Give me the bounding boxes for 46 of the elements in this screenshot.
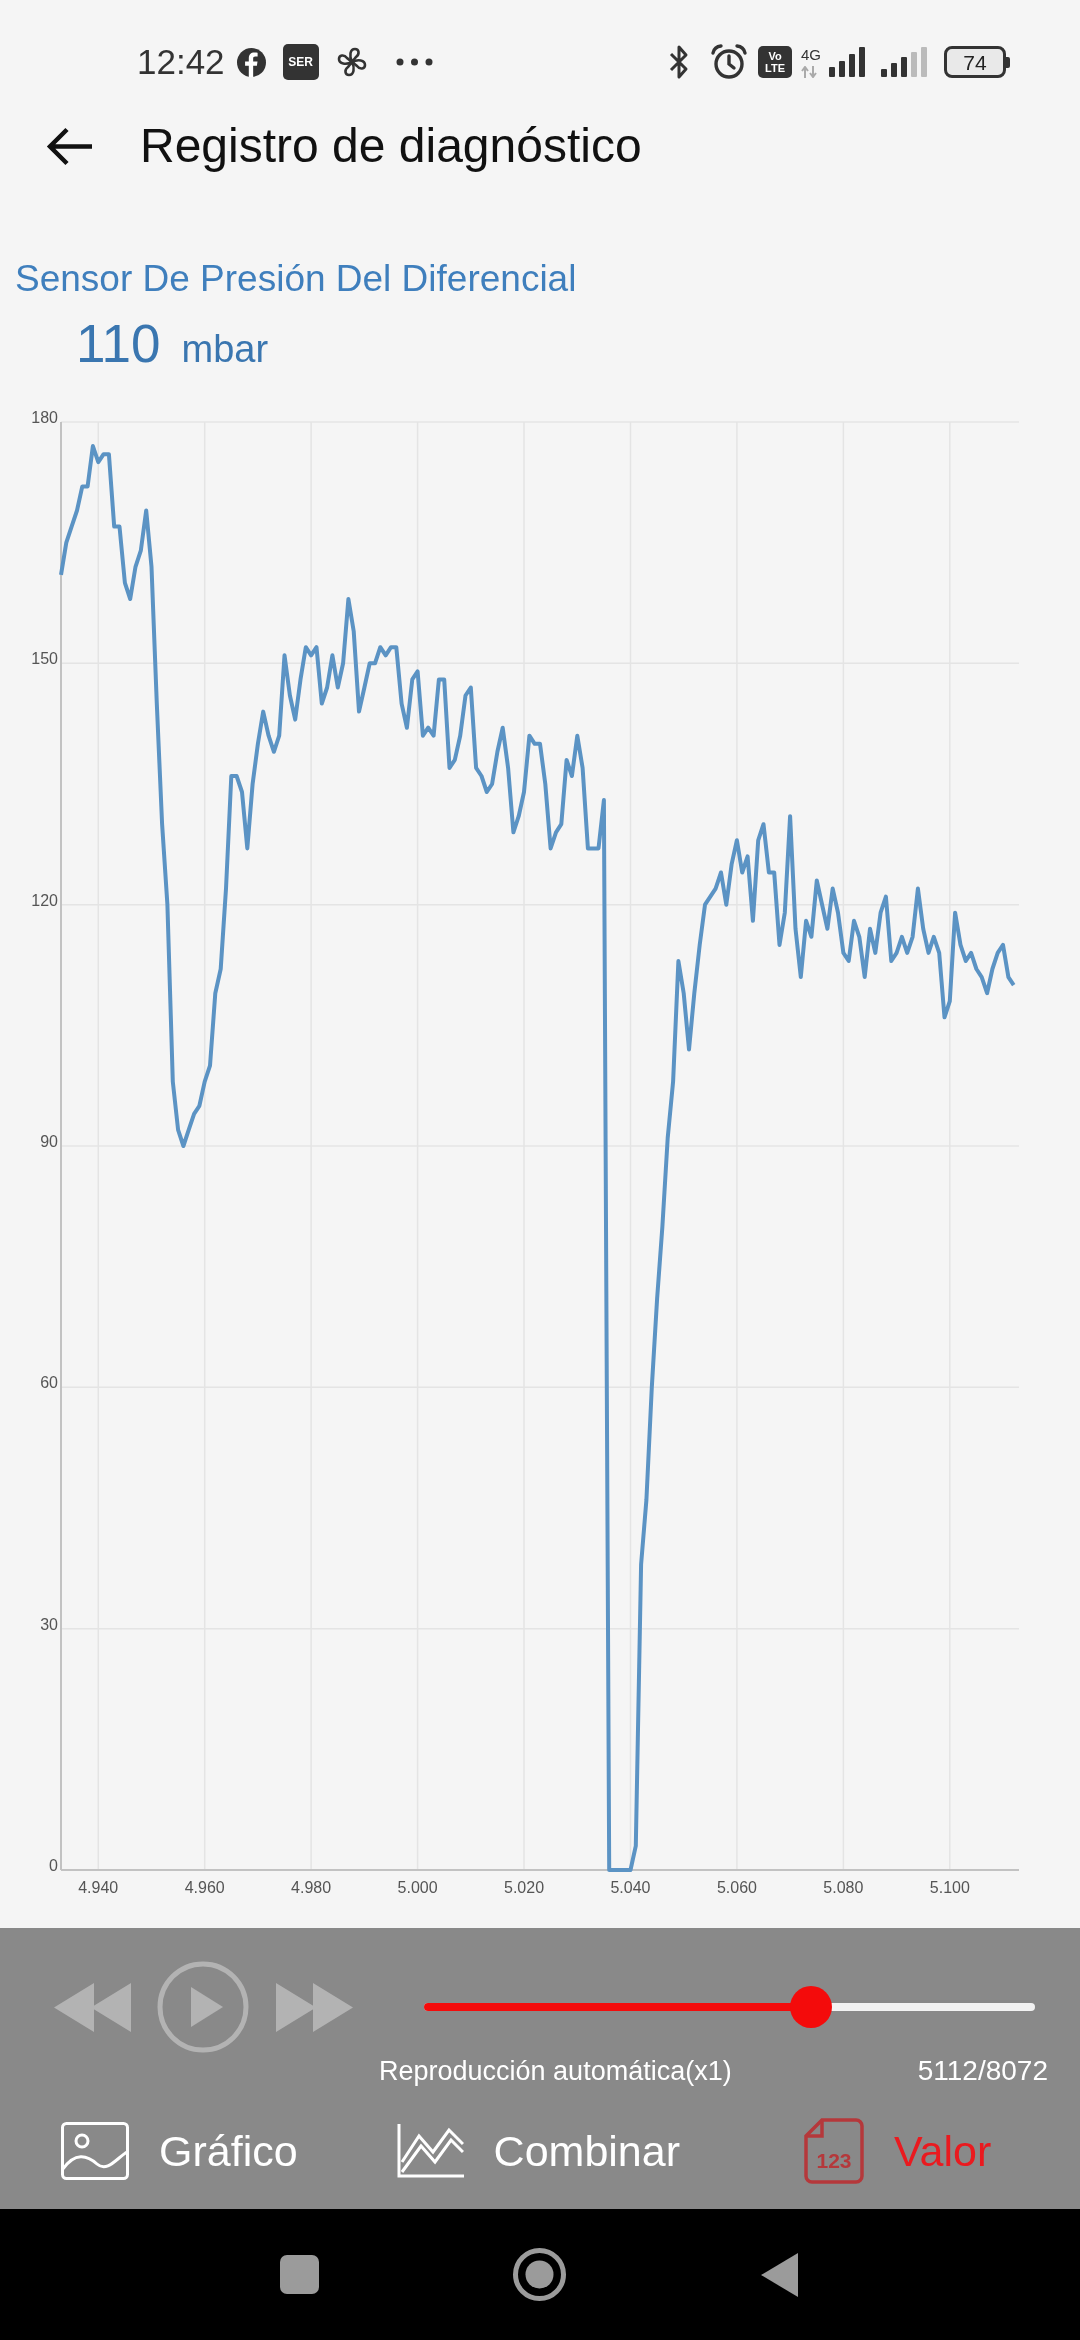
y-tick-label: 150 bbox=[31, 650, 58, 668]
y-tick-label: 30 bbox=[40, 1615, 58, 1633]
x-tick-label: 4.940 bbox=[78, 1879, 119, 1896]
x-tick-label: 4.960 bbox=[184, 1879, 225, 1896]
home-icon[interactable] bbox=[513, 2248, 566, 2301]
battery-percent: 74 bbox=[944, 46, 1006, 78]
network-type-label: 4G bbox=[801, 46, 821, 63]
x-tick-label: 5.000 bbox=[397, 1879, 438, 1896]
y-tick-label: 90 bbox=[40, 1133, 58, 1150]
playback-position: 5112/8072 bbox=[917, 2054, 1048, 2088]
bluetooth-icon bbox=[669, 44, 689, 80]
x-tick-label: 5.060 bbox=[716, 1879, 757, 1896]
volte-icon: Vo LTE bbox=[758, 46, 792, 78]
y-tick-label: 180 bbox=[31, 409, 58, 426]
recents-icon[interactable] bbox=[280, 2255, 319, 2294]
sensor-name: Sensor De Presión Del Diferencial bbox=[15, 259, 577, 299]
y-tick-label: 0 bbox=[49, 1857, 58, 1874]
app-notification-icon: SER bbox=[282, 44, 319, 80]
playback-mode-label: Reproducción automática(x1) bbox=[379, 2055, 732, 2088]
x-tick-label: 5.020 bbox=[504, 1879, 545, 1896]
y-tick-label: 60 bbox=[40, 1374, 58, 1392]
sensor-unit: mbar bbox=[181, 327, 269, 372]
alarm-clock-icon bbox=[710, 43, 748, 81]
y-tick-label: 120 bbox=[31, 891, 58, 909]
line-chart-icon bbox=[396, 2124, 464, 2178]
x-tick-label: 5.080 bbox=[823, 1879, 864, 1896]
back-arrow-icon[interactable] bbox=[45, 125, 93, 167]
x-tick-label: 4.980 bbox=[291, 1879, 332, 1896]
page-title: Registro de diagnóstico bbox=[140, 118, 642, 174]
pinwheel-icon bbox=[335, 46, 368, 78]
signal-icon bbox=[881, 47, 928, 77]
playback-slider[interactable] bbox=[424, 1986, 1035, 2028]
more-icon bbox=[395, 58, 433, 66]
x-tick-label: 5.100 bbox=[929, 1879, 970, 1896]
x-tick-label: 5.040 bbox=[610, 1879, 651, 1896]
number-document-icon: 123 bbox=[804, 2118, 864, 2184]
data-arrows-icon bbox=[801, 65, 817, 78]
view-tab[interactable]: Combinar bbox=[396, 2124, 680, 2178]
status-time: 12:42 bbox=[137, 42, 225, 82]
image-icon bbox=[61, 2122, 129, 2180]
slider-thumb[interactable] bbox=[789, 1986, 832, 2028]
view-tab[interactable]: Gráfico bbox=[61, 2122, 298, 2180]
facebook-icon bbox=[236, 47, 266, 77]
signal-icon bbox=[829, 47, 867, 77]
back-icon[interactable] bbox=[761, 2252, 798, 2297]
sensor-value: 110 bbox=[76, 314, 161, 374]
